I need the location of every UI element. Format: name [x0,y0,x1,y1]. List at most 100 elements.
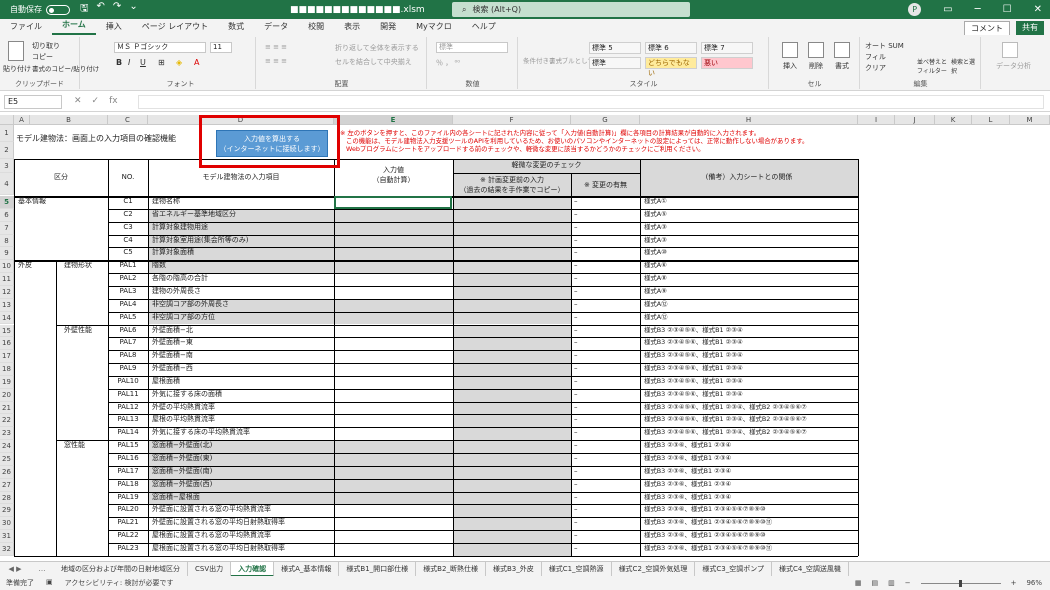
row-header[interactable]: 24 [0,440,14,453]
bold-button[interactable]: B [116,58,122,67]
column-header[interactable]: I [858,115,895,125]
search-box[interactable]: ⌕ 検索 (Alt+Q) [452,2,690,17]
macro-record-icon[interactable]: ▣ [46,578,53,588]
row-header[interactable]: 4 [0,173,14,195]
row-header[interactable]: 1 [0,125,14,142]
data-analysis-icon[interactable] [1002,42,1018,58]
sheet-tab[interactable]: 様式A_基本情報 [274,561,340,577]
toggle-switch-icon[interactable] [46,4,70,15]
row-header[interactable]: 26 [0,465,14,479]
input-cell[interactable] [335,389,452,402]
zoom-level[interactable]: 96% [1026,579,1042,587]
column-header[interactable]: K [935,115,972,125]
input-cell[interactable] [335,530,452,543]
input-cell[interactable] [335,350,452,363]
plan-before-cell[interactable] [454,222,570,235]
ribbon-display-icon[interactable]: ▭ [943,4,952,15]
row-header[interactable]: 27 [0,478,14,492]
plan-before-cell[interactable] [454,235,570,248]
tab-10[interactable]: ヘルプ [462,21,506,35]
font-size-select[interactable]: 11 [210,42,232,53]
merge-center-button[interactable]: セルを結合して中央揃え [335,57,412,67]
plan-before-cell[interactable] [454,260,570,273]
input-cell[interactable] [335,312,452,325]
input-cell[interactable] [335,543,452,556]
border-icon[interactable]: ⊞ [158,58,165,67]
row-header[interactable]: 23 [0,427,14,441]
row-header[interactable]: 13 [0,298,14,312]
row-header[interactable]: 7 [0,221,14,235]
sheet-tab[interactable]: 様式B2_断熱仕様 [416,561,486,577]
row-header[interactable]: 30 [0,517,14,531]
column-header[interactable]: J [895,115,935,125]
input-cell[interactable] [335,235,452,248]
avatar[interactable]: P [908,3,922,16]
input-cell[interactable] [335,325,452,338]
close-icon[interactable]: ✕ [1034,4,1042,15]
select-all-corner[interactable] [0,115,14,125]
tab-9[interactable]: Myマクロ [406,21,462,35]
comment-button[interactable]: コメント [964,21,1010,36]
row-header[interactable]: 2 [0,142,14,159]
sheet-tab[interactable]: 入力確認 [231,561,275,577]
delete-cells-icon[interactable] [808,42,824,58]
sheet-tab[interactable]: CSV出力 [188,561,232,577]
sheet-tab[interactable]: 様式C1_空調熱源 [542,561,612,577]
column-header[interactable]: E [334,115,453,125]
plan-before-cell[interactable] [454,350,570,363]
plan-before-cell[interactable] [454,209,570,222]
style-cell[interactable]: 標準 5 [589,42,641,54]
plan-before-cell[interactable] [454,312,570,325]
input-cell[interactable] [335,286,452,299]
sheet-tab[interactable]: 様式B3_外皮 [486,561,542,577]
column-header[interactable]: H [640,115,858,125]
tab-1[interactable]: ホーム [52,19,96,35]
plan-before-cell[interactable] [454,479,570,492]
plan-before-cell[interactable] [454,337,570,350]
sheet-nav-icon[interactable]: ◀ ▶ [0,565,30,573]
input-cell[interactable] [335,402,452,415]
row-header[interactable]: 12 [0,285,14,299]
delete-button[interactable]: 削除 [809,61,823,71]
style-cell[interactable]: 標準 [589,57,641,69]
input-cell[interactable] [335,427,452,440]
column-header[interactable]: A [14,115,30,125]
input-cell[interactable] [335,517,452,530]
row-header[interactable]: 14 [0,311,14,325]
insert-function-icon[interactable]: fx [109,96,118,106]
plan-before-cell[interactable] [454,504,570,517]
plan-before-cell[interactable] [454,517,570,530]
row-header[interactable]: 5 [0,196,14,209]
page-layout-icon[interactable]: ▤ [871,579,878,587]
input-cell[interactable] [335,260,452,273]
row-header[interactable]: 19 [0,375,14,389]
input-cell[interactable] [335,492,452,505]
tab-5[interactable]: データ [254,21,298,35]
plan-before-cell[interactable] [454,363,570,376]
tab-8[interactable]: 開発 [370,21,406,35]
plan-before-cell[interactable] [454,440,570,453]
insert-button[interactable]: 挿入 [783,61,797,71]
cancel-icon[interactable]: ✕ [74,96,82,106]
paste-icon[interactable] [8,41,24,61]
wrap-text-button[interactable]: 折り返して全体を表示する [335,43,419,53]
input-cell[interactable] [335,414,452,427]
format-painter-button[interactable]: 書式のコピー/貼り付け [32,63,99,73]
fill-button[interactable]: フィル [865,52,886,62]
italic-button[interactable]: I [128,58,130,67]
plan-before-cell[interactable] [454,247,570,260]
plan-before-cell[interactable] [454,273,570,286]
zoom-in-icon[interactable]: + [1011,579,1017,587]
style-cell[interactable]: どちらでもない [645,57,697,77]
row-header[interactable]: 32 [0,542,14,556]
input-cell[interactable] [335,209,452,222]
cut-button[interactable]: 切り取り [32,41,60,51]
row-header[interactable]: 11 [0,273,14,286]
input-cell[interactable] [335,299,452,312]
autosave-toggle[interactable]: 自動保存 [10,4,70,15]
row-header[interactable]: 25 [0,453,14,466]
row-header[interactable]: 18 [0,363,14,376]
formula-input[interactable] [138,95,1044,109]
style-cell[interactable]: 標準 7 [701,42,753,54]
plan-before-cell[interactable] [454,402,570,415]
